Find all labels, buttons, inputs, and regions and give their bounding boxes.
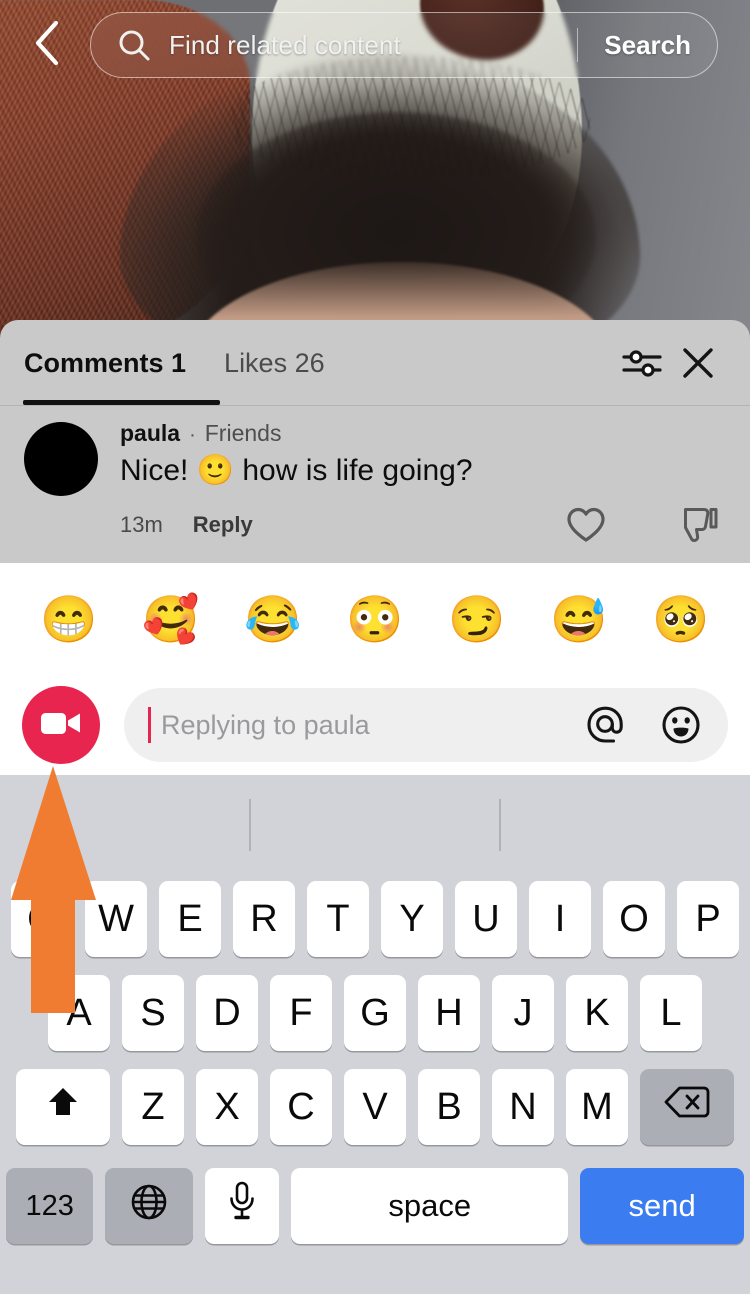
key-k[interactable]: K — [566, 975, 628, 1051]
key-p[interactable]: P — [677, 881, 739, 957]
active-tab-underline — [23, 400, 220, 405]
grinning-face-with-sweat-emoji[interactable]: 😅 — [550, 596, 607, 642]
text-caret — [148, 707, 151, 743]
key-c[interactable]: C — [270, 1069, 332, 1145]
key-m[interactable]: M — [566, 1069, 628, 1145]
key-b[interactable]: B — [418, 1069, 480, 1145]
reply-button[interactable]: Reply — [193, 512, 253, 538]
search-overlay-bar: Find related content Search — [0, 8, 750, 82]
comments-panel: Comments 1 Likes 26 paula · Friends Nice… — [0, 320, 750, 563]
key-x[interactable]: X — [196, 1069, 258, 1145]
key-o[interactable]: O — [603, 881, 665, 957]
globe-key[interactable] — [105, 1168, 193, 1244]
pleading-face-emoji[interactable]: 🥺 — [652, 596, 709, 642]
reply-placeholder-text: Replying to paula — [161, 709, 370, 740]
comment-item[interactable]: paula · Friends Nice! 🙂 how is life goin… — [0, 406, 750, 551]
onscreen-keyboard: Q W E R T Y U I O P A S D F G H J K L Z … — [0, 775, 750, 1294]
keyboard-row-1: Q W E R T Y U I O P — [0, 872, 750, 966]
key-e[interactable]: E — [159, 881, 221, 957]
key-u[interactable]: U — [455, 881, 517, 957]
key-i[interactable]: I — [529, 881, 591, 957]
space-key[interactable]: space — [291, 1168, 569, 1244]
comment-timestamp: 13m — [120, 511, 163, 537]
numbers-key[interactable]: 123 — [6, 1168, 94, 1244]
tab-comments[interactable]: Comments 1 — [24, 348, 186, 379]
keyboard-row-3: Z X C V B N M — [0, 1060, 750, 1154]
comment-meta: paula · Friends — [120, 420, 726, 447]
avatar[interactable] — [24, 422, 98, 496]
back-button[interactable] — [12, 10, 82, 80]
backspace-key[interactable] — [640, 1069, 734, 1145]
grinning-face-emoji[interactable]: 😁 — [40, 596, 97, 642]
predictive-text-bar[interactable] — [0, 775, 750, 872]
dictation-key[interactable] — [204, 1168, 280, 1244]
comments-header: Comments 1 Likes 26 — [0, 320, 750, 406]
key-q[interactable]: Q — [11, 881, 73, 957]
reply-text-input[interactable]: Replying to paula — [124, 688, 728, 762]
keyboard-row-2: A S D F G H J K L — [0, 966, 750, 1060]
screen-root: Find related content Search Comments 1 L… — [0, 0, 750, 1294]
smirking-face-emoji[interactable]: 😏 — [448, 596, 505, 642]
send-key[interactable]: send — [580, 1168, 744, 1244]
search-icon — [117, 28, 151, 62]
video-camera-button[interactable] — [22, 686, 100, 764]
shift-up-arrow-icon — [45, 1084, 81, 1130]
thumbs-down-outline-icon[interactable] — [674, 499, 726, 551]
key-g[interactable]: G — [344, 975, 406, 1051]
key-l[interactable]: L — [640, 975, 702, 1051]
tab-likes[interactable]: Likes 26 — [224, 348, 325, 379]
predictive-divider-1 — [249, 799, 251, 851]
key-r[interactable]: R — [233, 881, 295, 957]
search-placeholder-text: Find related content — [169, 29, 401, 60]
reply-input-bar: Replying to paula — [0, 675, 750, 775]
face-with-tears-of-joy-emoji[interactable]: 😂 — [244, 596, 301, 642]
shift-key[interactable] — [16, 1069, 110, 1145]
keyboard-row-4: 123 space send — [0, 1154, 750, 1258]
key-w[interactable]: W — [85, 881, 147, 957]
video-camera-icon — [39, 707, 83, 744]
key-t[interactable]: T — [307, 881, 369, 957]
comment-text: Nice! 🙂 how is life going? — [120, 454, 473, 487]
emoji-quick-row: 😁 🥰 😂 😳 😏 😅 🥺 — [0, 563, 750, 675]
comment-author[interactable]: paula — [120, 420, 180, 447]
key-y[interactable]: Y — [381, 881, 443, 957]
smiling-face-with-hearts-emoji[interactable]: 🥰 — [142, 596, 199, 642]
emoji-picker-icon[interactable] — [656, 700, 706, 750]
microphone-icon — [227, 1180, 257, 1232]
close-icon[interactable] — [670, 335, 726, 391]
key-s[interactable]: S — [122, 975, 184, 1051]
heart-outline-icon[interactable] — [560, 499, 612, 551]
flushed-face-emoji[interactable]: 😳 — [346, 596, 403, 642]
globe-language-icon — [129, 1182, 169, 1230]
predictive-divider-2 — [499, 799, 501, 851]
at-sign-icon[interactable] — [580, 700, 630, 750]
filter-sliders-icon[interactable] — [614, 335, 670, 391]
search-submit-button[interactable]: Search — [578, 30, 717, 61]
backspace-delete-icon — [664, 1084, 710, 1130]
key-n[interactable]: N — [492, 1069, 554, 1145]
key-z[interactable]: Z — [122, 1069, 184, 1145]
comment-separator: · — [189, 424, 196, 446]
key-d[interactable]: D — [196, 975, 258, 1051]
key-h[interactable]: H — [418, 975, 480, 1051]
key-v[interactable]: V — [344, 1069, 406, 1145]
key-f[interactable]: F — [270, 975, 332, 1051]
comment-actions: 13m Reply — [120, 499, 726, 551]
search-input[interactable]: Find related content Search — [90, 12, 718, 78]
key-j[interactable]: J — [492, 975, 554, 1051]
chevron-left-icon — [30, 19, 64, 72]
comment-body: paula · Friends Nice! 🙂 how is life goin… — [120, 420, 726, 551]
comments-header-divider — [0, 405, 750, 406]
key-a[interactable]: A — [48, 975, 110, 1051]
comment-relationship: Friends — [204, 420, 282, 446]
